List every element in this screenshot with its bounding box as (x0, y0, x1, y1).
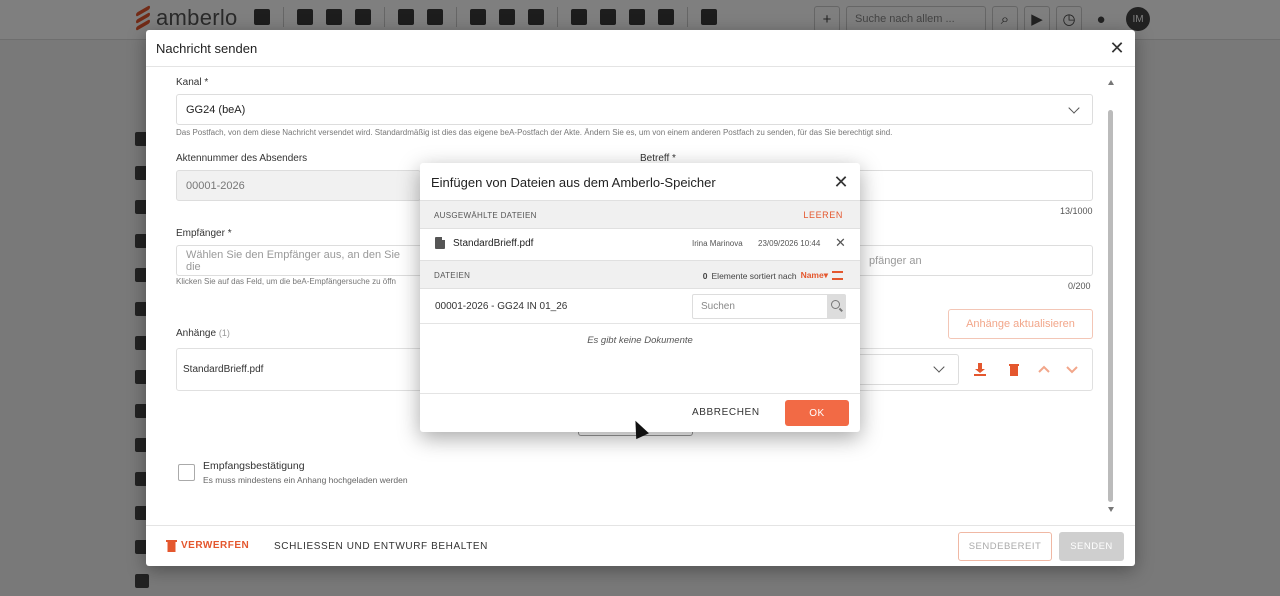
modal-header: Nachricht senden ✕ (146, 30, 1135, 67)
insert-files-dialog: Einfügen von Dateien aus dem Amberlo-Spe… (420, 163, 860, 432)
document-icon (435, 237, 445, 249)
receipt-confirmation-label: Empfangsbestätigung (203, 460, 305, 472)
close-icon[interactable]: ✕ (831, 172, 851, 192)
chevron-down-icon[interactable] (1065, 362, 1079, 376)
recipient-field-continued[interactable]: pfänger an (860, 245, 1093, 276)
empty-state-message: Es gibt keine Dokumente (587, 335, 693, 346)
recipient-field[interactable]: Wählen Sie den Empfänger aus, an den Sie… (176, 245, 421, 276)
selected-files-label: AUSGEWÄHLTE DATEIEN (434, 211, 537, 220)
selected-file-user: Irina Marinova (692, 239, 743, 248)
file-search-placeholder: Suchen (701, 301, 735, 312)
recipient-label: Empfänger * (176, 228, 232, 239)
modal-title: Nachricht senden (156, 41, 258, 56)
folder-path-row: 00001-2026 - GG24 IN 01_26 Suchen (420, 292, 860, 324)
recipient-help: Klicken Sie auf das Feld, um die beA-Emp… (176, 277, 396, 286)
receipt-confirmation-hint: Es muss mindestens ein Anhang hochgelade… (203, 475, 408, 485)
scroll-thumb[interactable] (1108, 110, 1113, 502)
sort-field-dropdown[interactable]: Name▾ (801, 270, 828, 281)
subject-counter: 13/1000 (1060, 206, 1093, 216)
channel-value: GG24 (beA) (186, 103, 246, 116)
send-button[interactable]: SENDEN (1059, 532, 1124, 561)
sort-info: 0 Elemente sortiert nach Name▾ (703, 270, 843, 281)
selected-files-header: AUSGEWÄHLTE DATEIEN LEEREN (420, 200, 860, 229)
channel-select[interactable]: GG24 (beA) (176, 94, 1093, 125)
channel-label: Kanal * (176, 77, 209, 88)
attachment-type-select[interactable] (855, 354, 959, 385)
elements-count: 0 (702, 270, 708, 281)
files-header: DATEIEN 0 Elemente sortiert nach Name▾ (420, 260, 860, 289)
selected-file-row[interactable]: StandardBrieff.pdf Irina Marinova 23/09/… (420, 229, 860, 259)
close-keep-draft-button[interactable]: SCHLIESSEN UND ENTWURF BEHALTEN (274, 541, 488, 552)
attachments-label: Anhänge (1) (176, 328, 230, 339)
dialog-title: Einfügen von Dateien aus dem Amberlo-Spe… (431, 175, 716, 190)
clear-selection-link[interactable]: LEEREN (803, 210, 843, 220)
attachment-name: StandardBrieff.pdf (183, 364, 264, 375)
modal-footer: VERWERFEN SCHLIESSEN UND ENTWURF BEHALTE… (146, 525, 1135, 566)
discard-button[interactable]: VERWERFEN (166, 539, 249, 552)
chevron-up-icon[interactable] (1037, 362, 1051, 376)
attachments-count: (1) (218, 328, 230, 338)
scroll-up-icon[interactable] (1108, 80, 1114, 85)
folder-path[interactable]: 00001-2026 - GG24 IN 01_26 (435, 301, 567, 312)
sender-ref-field: 00001-2026 (176, 170, 421, 201)
file-search-input[interactable]: Suchen (692, 294, 846, 319)
sort-order-icon[interactable] (832, 271, 843, 280)
files-label: DATEIEN (434, 271, 471, 280)
modal-scrollbar[interactable] (1108, 80, 1114, 512)
subject-field[interactable] (860, 170, 1093, 201)
search-icon[interactable] (827, 295, 845, 318)
recipient-counter: 0/200 (1068, 281, 1091, 291)
ready-to-send-button[interactable]: SENDEBEREIT (958, 532, 1052, 561)
discard-label: VERWERFEN (181, 540, 250, 551)
close-icon[interactable]: ✕ (1107, 38, 1127, 58)
trash-icon (166, 540, 177, 552)
selected-file-name: StandardBrieff.pdf (453, 238, 534, 249)
update-attachments-button[interactable]: Anhänge aktualisieren (948, 309, 1093, 339)
channel-help: Das Postfach, von dem diese Nachricht ve… (176, 128, 893, 137)
chevron-down-icon (1068, 102, 1080, 114)
trash-icon[interactable] (1007, 362, 1021, 376)
sender-ref-label: Aktennummer des Absenders (176, 153, 308, 164)
sort-text: Elemente sortiert nach (711, 270, 797, 281)
download-icon[interactable] (973, 362, 987, 376)
ok-button[interactable]: OK (785, 400, 849, 426)
receipt-confirmation-checkbox[interactable] (178, 464, 195, 481)
remove-file-icon[interactable]: ✕ (835, 235, 846, 251)
cancel-button[interactable]: ABBRECHEN (692, 407, 760, 418)
scroll-down-icon[interactable] (1108, 507, 1114, 512)
selected-file-date: 23/09/2026 10:44 (758, 239, 821, 248)
